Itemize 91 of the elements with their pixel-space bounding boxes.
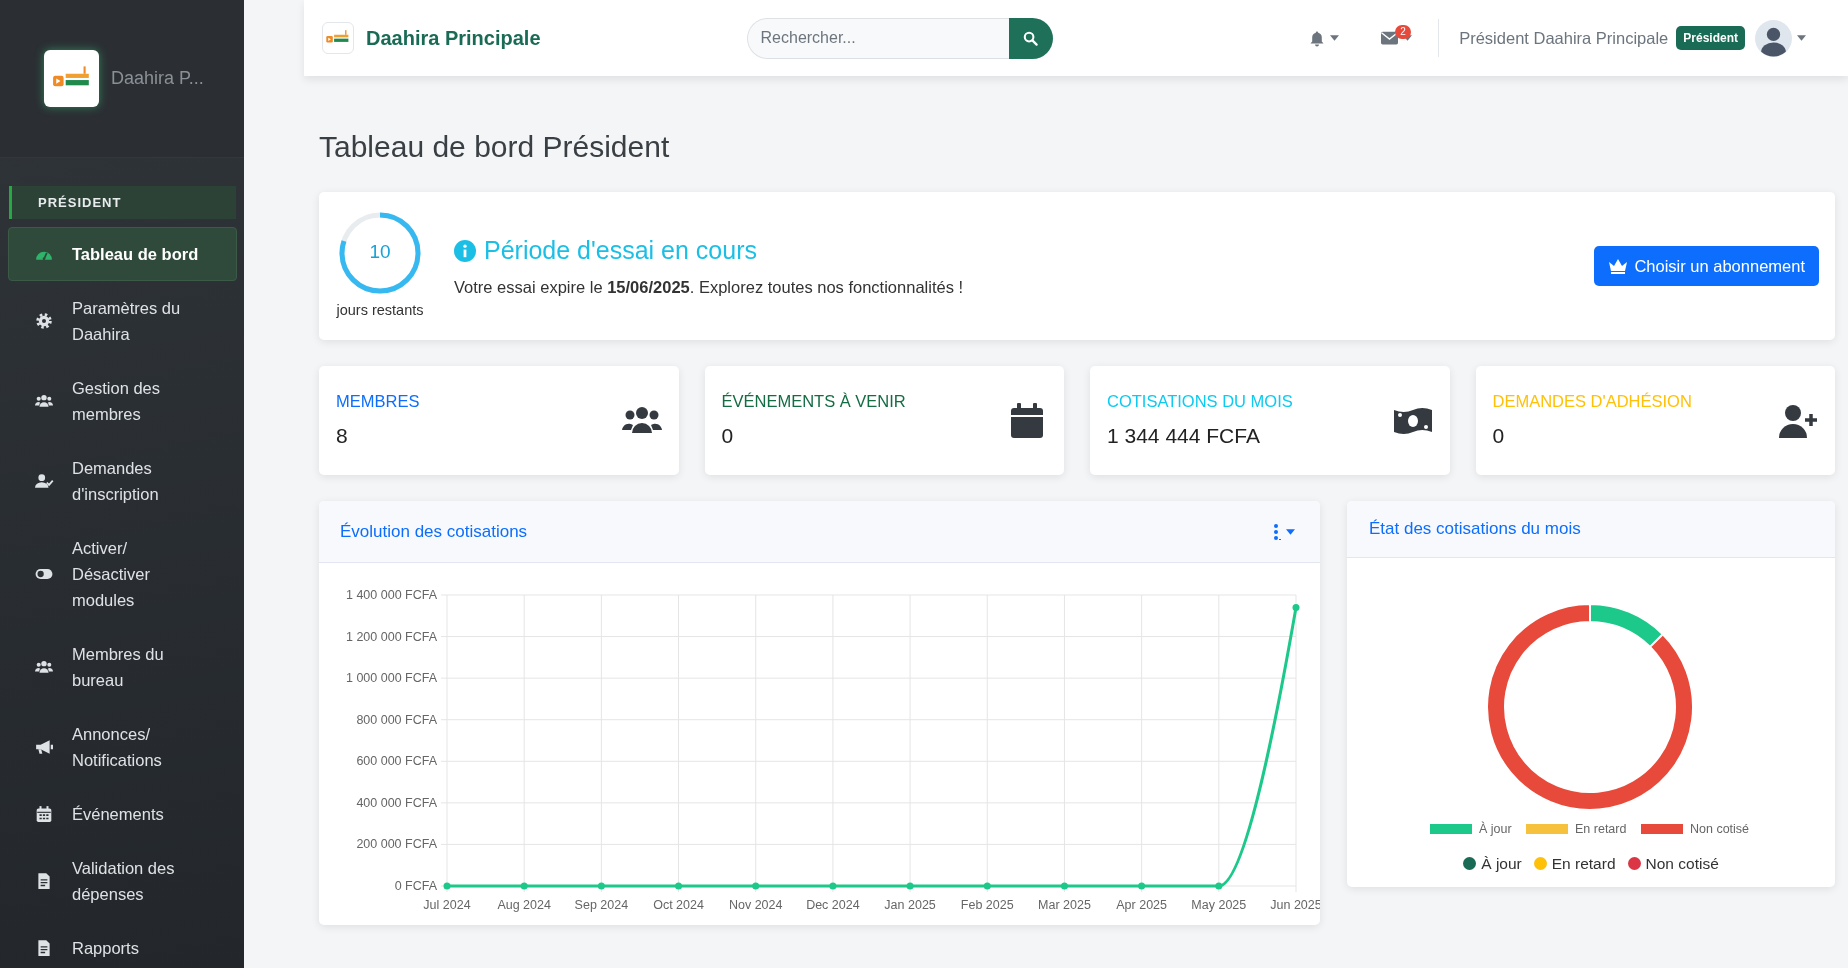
section-header: PRÉSIDENT <box>9 186 236 219</box>
axis-label: 400 000 FCFA <box>356 795 437 810</box>
data-point <box>906 882 914 890</box>
caret-icon <box>1330 35 1340 41</box>
stat-value: 1 344 444 FCFA <box>1107 423 1261 450</box>
legend-label: Non cotisé <box>1645 854 1719 874</box>
chart-title: État des cotisations du mois <box>1369 518 1581 541</box>
axis-label: Mar 2025 <box>1038 898 1091 912</box>
stat-value: 0 <box>721 423 735 450</box>
sidebar-item[interactable]: Validation des dépenses <box>8 841 237 921</box>
message-count-badge: 2 <box>1395 25 1411 39</box>
app-title: Daahira Principale <box>366 26 541 51</box>
sidebar-item[interactable]: Membres du bureau <box>8 627 237 707</box>
axis-label: Dec 2024 <box>806 898 860 912</box>
page-title: Tableau de bord Président <box>319 129 671 165</box>
data-point <box>752 882 760 890</box>
user-check-icon <box>34 472 54 490</box>
envelope-icon <box>1381 31 1399 45</box>
sidebar-item[interactable]: Activer/ Désactiver modules <box>8 521 237 627</box>
axis-label: 1 000 000 FCFA <box>345 671 437 686</box>
trial-title: Période d'essai en cours <box>484 234 757 266</box>
stat-label: DEMANDES D'ADHÉSION <box>1492 391 1692 413</box>
legend-label: En retard <box>1551 854 1616 874</box>
days-count: 10 <box>368 240 392 265</box>
settings-icon <box>34 312 54 330</box>
caret-icon <box>1286 528 1295 535</box>
data-point <box>443 882 451 890</box>
avatar-icon <box>1755 19 1792 57</box>
legend-swatch <box>1430 824 1472 834</box>
axis-label: Jul 2024 <box>423 898 471 912</box>
stat-label: COTISATIONS DU MOIS <box>1107 391 1293 413</box>
sidebar-item[interactable]: Annonces/ Notifications <box>8 707 237 787</box>
axis-label: 800 000 FCFA <box>356 712 437 727</box>
sidebar-item[interactable]: Gestion des membres <box>8 361 237 441</box>
stat-label: ÉVÉNEMENTS À VENIR <box>721 391 906 413</box>
axis-label: May 2025 <box>1191 898 1247 912</box>
axis-label: 0 FCFA <box>394 879 437 893</box>
role-badge: Président <box>1676 26 1745 50</box>
data-point <box>1292 603 1300 611</box>
data-point <box>520 882 528 890</box>
axis-label: Sep 2024 <box>574 898 629 912</box>
megaphone-icon <box>34 738 54 756</box>
legend-label: À jour <box>1481 854 1522 874</box>
data-point <box>829 882 837 890</box>
axis-label: Feb 2025 <box>960 898 1014 912</box>
stat-value: 8 <box>336 423 349 450</box>
axis-label: Apr 2025 <box>1116 898 1167 912</box>
axis-label: Nov 2024 <box>728 898 783 912</box>
subscribe-button[interactable]: Choisir un abonnement <box>1594 245 1819 287</box>
legend-label: En retard <box>1575 822 1627 836</box>
chart-title: Évolution des cotisations <box>340 520 528 543</box>
kebab-icon <box>1273 522 1281 541</box>
crown-icon <box>1608 258 1629 274</box>
data-point <box>1215 882 1223 890</box>
sidebar-item[interactable]: Événements <box>8 787 237 841</box>
calendar-icon <box>34 805 54 823</box>
axis-label: Oct 2024 <box>653 898 704 912</box>
data-point <box>597 882 605 890</box>
stat-label: MEMBRES <box>336 391 420 413</box>
users-icon <box>34 658 54 676</box>
axis-label: 1 400 000 FCFA <box>345 588 437 602</box>
axis-label: Jan 2025 <box>884 898 936 912</box>
legend-swatch <box>1526 824 1568 834</box>
axis-label: Aug 2024 <box>497 898 551 912</box>
bell-icon <box>1309 29 1326 47</box>
user-name: Président Daahira Principale <box>1459 27 1669 49</box>
axis-label: 200 000 FCFA <box>356 837 437 852</box>
caret-icon <box>1797 35 1806 41</box>
info-icon <box>454 239 476 262</box>
search-button[interactable] <box>1008 17 1053 59</box>
legend-swatch <box>1641 824 1683 834</box>
sidebar-item[interactable]: Rapports <box>8 921 237 968</box>
axis-label: 1 200 000 FCFA <box>345 629 437 644</box>
days-label: jours restants <box>336 300 424 320</box>
legend-label: Non cotisé <box>1690 822 1750 836</box>
search-field[interactable]: Rechercher... <box>746 17 1009 59</box>
stat-value: 0 <box>1492 423 1506 450</box>
data-point <box>1060 882 1068 890</box>
search-icon <box>1023 30 1039 46</box>
users-icon <box>34 392 54 410</box>
data-point <box>1138 882 1146 890</box>
legend-label: À jour <box>1479 822 1512 836</box>
sidebar-item[interactable]: Demandes d'inscription <box>8 441 237 521</box>
data-point <box>983 882 991 890</box>
sidebar-item[interactable]: Tableau de bord <box>8 227 237 281</box>
brand-name: Daahira P... <box>111 67 204 90</box>
trial-message: Votre essai expire le 15/06/2025. Explorez toutes nos fonctionnalités ! <box>454 277 965 299</box>
messages-button[interactable]: 2 <box>1377 27 1417 49</box>
sidebar-item[interactable]: Paramètres du Daahira <box>8 281 237 361</box>
axis-label: 600 000 FCFA <box>356 754 437 769</box>
data-point <box>675 882 683 890</box>
